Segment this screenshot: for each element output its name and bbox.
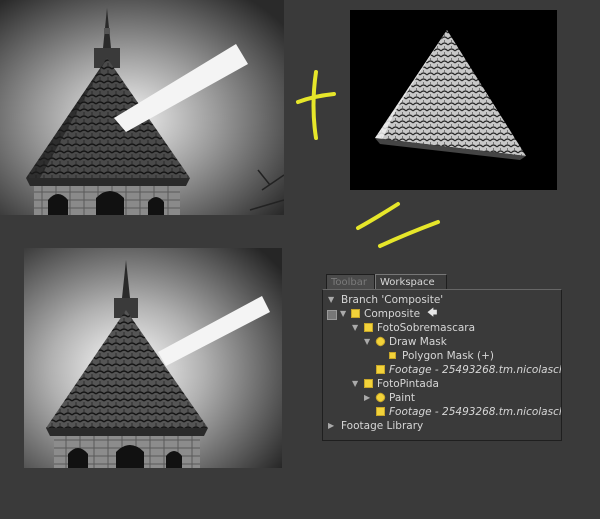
tree-item-branch[interactable]: ▼ Branch 'Composite'	[323, 293, 561, 307]
paint-tool-icon	[374, 391, 387, 404]
composite-result-photo	[24, 248, 282, 468]
tree-item-footage-library[interactable]: ▶ Footage Library	[323, 419, 561, 433]
expand-triangle-icon[interactable]: ▼	[364, 335, 370, 349]
collapse-triangle-icon[interactable]: ▶	[364, 391, 370, 405]
collapse-triangle-icon[interactable]: ▶	[328, 419, 334, 433]
tree-item-label: Footage Library	[341, 420, 424, 432]
tree-item-composite[interactable]: ▼ Composite 🡄	[323, 307, 561, 321]
tree-item-foto-sobremascara[interactable]: ▼ FotoSobremascara	[323, 321, 561, 335]
tree-item-label: FotoSobremascara	[377, 322, 476, 334]
source-photo	[0, 0, 284, 215]
select-checkbox[interactable]	[327, 310, 337, 320]
tree-item-label: Draw Mask	[389, 336, 447, 348]
tree-item-label: Polygon Mask (+)	[402, 350, 494, 362]
tree-item-label: Footage - 25493268.tm.nicolaschap	[389, 406, 561, 418]
footage-icon	[376, 407, 385, 416]
tree-item-label: Paint	[389, 392, 415, 404]
footage-icon	[376, 365, 385, 374]
tree-item-footage[interactable]: Footage - 25493268.tm.nicolaschap	[323, 405, 561, 419]
tree-item-foto-pintada[interactable]: ▼ FotoPintada	[323, 377, 561, 391]
tree-item-polygon-mask[interactable]: Polygon Mask (+)	[323, 349, 561, 363]
arrow-left-icon: 🡄	[427, 308, 438, 319]
tab-toolbar[interactable]: Toolbar	[326, 274, 375, 289]
polygon-mask-icon	[389, 352, 396, 359]
layer-node-icon	[364, 323, 373, 332]
masked-roof-image	[350, 10, 557, 190]
plus-annotation	[292, 66, 342, 150]
layer-node-icon	[364, 379, 373, 388]
tree-item-footage[interactable]: Footage - 25493268.tm.nicolaschap	[323, 363, 561, 377]
tree-item-label: Composite	[364, 308, 421, 320]
composite-node-icon	[351, 309, 360, 318]
tree-item-label: FotoPintada	[377, 378, 439, 390]
tree-item-paint[interactable]: ▶ Paint	[323, 391, 561, 405]
equals-annotation	[352, 198, 444, 258]
mask-tool-icon	[374, 335, 387, 348]
tree-item-label: Branch 'Composite'	[341, 294, 444, 306]
tree-item-draw-mask[interactable]: ▼ Draw Mask	[323, 335, 561, 349]
expand-triangle-icon[interactable]: ▼	[328, 293, 334, 307]
tab-workspace[interactable]: Workspace	[375, 274, 447, 289]
workspace-tree: ▼ Branch 'Composite' ▼ Composite 🡄 ▼ Fot…	[322, 289, 562, 441]
expand-triangle-icon[interactable]: ▼	[340, 307, 346, 321]
expand-triangle-icon[interactable]: ▼	[352, 321, 358, 335]
workspace-panel: Toolbar Workspace ▼ Branch 'Composite' ▼…	[322, 274, 562, 444]
tree-item-label: Footage - 25493268.tm.nicolaschap	[389, 364, 561, 376]
expand-triangle-icon[interactable]: ▼	[352, 377, 358, 391]
